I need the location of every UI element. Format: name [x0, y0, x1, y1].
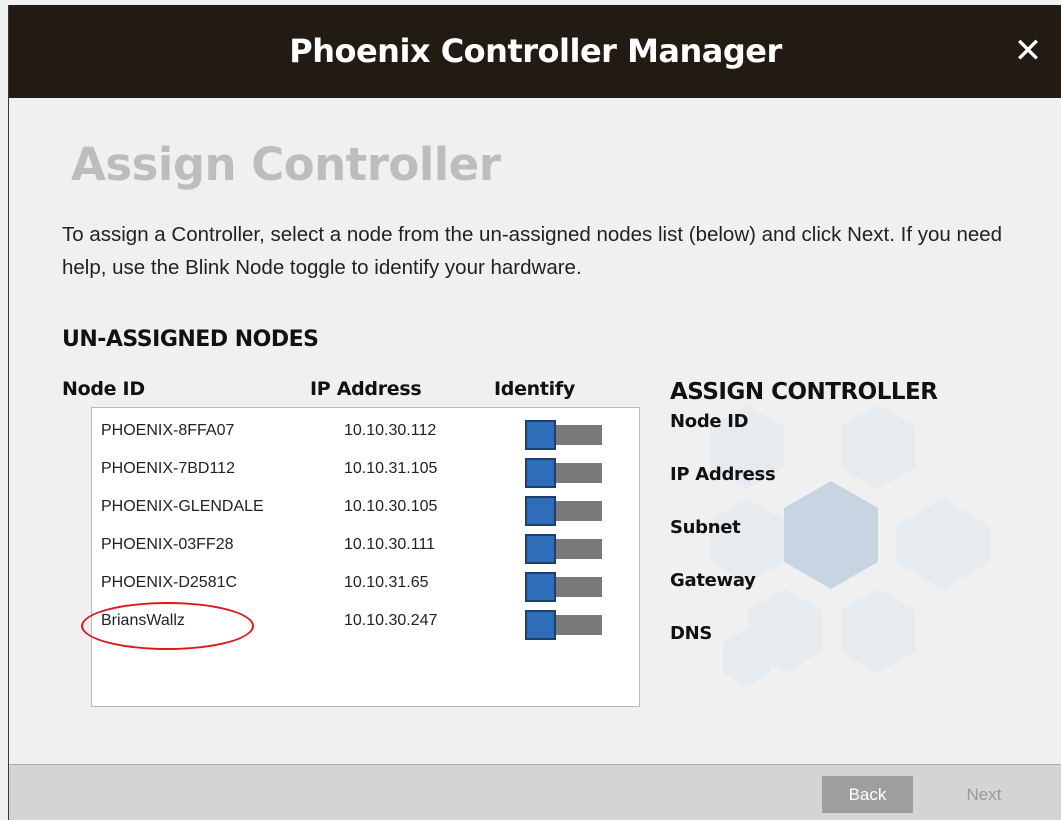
toggle-knob	[525, 496, 556, 526]
next-button[interactable]: Next	[944, 776, 1024, 813]
blink-node-toggle[interactable]	[525, 496, 602, 526]
node-ip: 10.10.31.105	[344, 460, 438, 477]
column-header-ip-address: IP Address	[310, 378, 422, 400]
node-id: PHOENIX-D2581C	[101, 574, 238, 591]
close-icon[interactable]: ✕	[1008, 29, 1048, 73]
assign-label-ip-address: IP Address	[670, 464, 776, 485]
window-title: Phoenix Controller Manager	[289, 32, 782, 70]
app-window: Phoenix Controller Manager ✕ Assign Cont…	[8, 5, 1061, 820]
assign-label-dns: DNS	[670, 623, 713, 644]
toggle-track	[556, 463, 602, 483]
instructions-text: To assign a Controller, select a node fr…	[62, 223, 1003, 279]
toggle-track	[556, 425, 602, 445]
node-row[interactable]: PHOENIX-GLENDALE 10.10.30.105	[92, 488, 639, 526]
toggle-knob	[525, 610, 556, 640]
node-id: PHOENIX-GLENDALE	[101, 498, 264, 515]
assign-label-node-id: Node ID	[670, 411, 749, 432]
back-button[interactable]: Back	[822, 776, 913, 813]
hexagon-shape	[841, 589, 915, 673]
footer-bar: Back Next	[9, 764, 1061, 820]
node-ip: 10.10.31.65	[344, 574, 429, 591]
title-bar: Phoenix Controller Manager ✕	[9, 5, 1061, 98]
column-header-node-id: Node ID	[62, 378, 145, 400]
node-ip: 10.10.30.247	[344, 612, 438, 629]
node-row[interactable]: PHOENIX-7BD112 10.10.31.105	[92, 450, 639, 488]
toggle-knob	[525, 572, 556, 602]
blink-node-toggle[interactable]	[525, 458, 602, 488]
blink-node-toggle[interactable]	[525, 610, 602, 640]
toggle-track	[556, 615, 602, 635]
assign-controller-title: ASSIGN CONTROLLER	[670, 379, 938, 405]
assign-label-gateway: Gateway	[670, 570, 756, 591]
highlight-circle	[81, 602, 254, 650]
node-ip: 10.10.30.112	[344, 422, 437, 439]
node-row[interactable]: PHOENIX-03FF28 10.10.30.111	[92, 526, 639, 564]
node-ip: 10.10.30.105	[344, 498, 438, 515]
node-id: PHOENIX-8FFA07	[101, 422, 235, 439]
toggle-track	[556, 539, 602, 559]
toggle-knob	[525, 534, 556, 564]
node-row[interactable]: PHOENIX-D2581C 10.10.31.65	[92, 564, 639, 602]
toggle-knob	[525, 458, 556, 488]
toggle-knob	[525, 420, 556, 450]
blink-node-toggle[interactable]	[525, 420, 602, 450]
node-id: PHOENIX-03FF28	[101, 536, 234, 553]
unassigned-nodes-list[interactable]: PHOENIX-8FFA07 10.10.30.112 PHOENIX-7BD1…	[91, 407, 640, 707]
hexagon-shape	[896, 499, 990, 589]
hexagon-background-graphic	[710, 405, 990, 687]
toggle-track	[556, 501, 602, 521]
assign-label-subnet: Subnet	[670, 517, 741, 538]
blink-node-toggle[interactable]	[525, 572, 602, 602]
hexagon-shape	[784, 481, 878, 589]
column-header-identify: Identify	[494, 378, 575, 400]
unassigned-nodes-title: UN-ASSIGNED NODES	[62, 327, 319, 352]
node-row[interactable]: PHOENIX-8FFA07 10.10.30.112	[92, 412, 639, 450]
page-title: Assign Controller	[71, 138, 501, 191]
toggle-track	[556, 577, 602, 597]
node-ip: 10.10.30.111	[344, 536, 436, 553]
node-id: PHOENIX-7BD112	[101, 460, 235, 477]
hexagon-shape	[841, 405, 915, 489]
blink-node-toggle[interactable]	[525, 534, 602, 564]
